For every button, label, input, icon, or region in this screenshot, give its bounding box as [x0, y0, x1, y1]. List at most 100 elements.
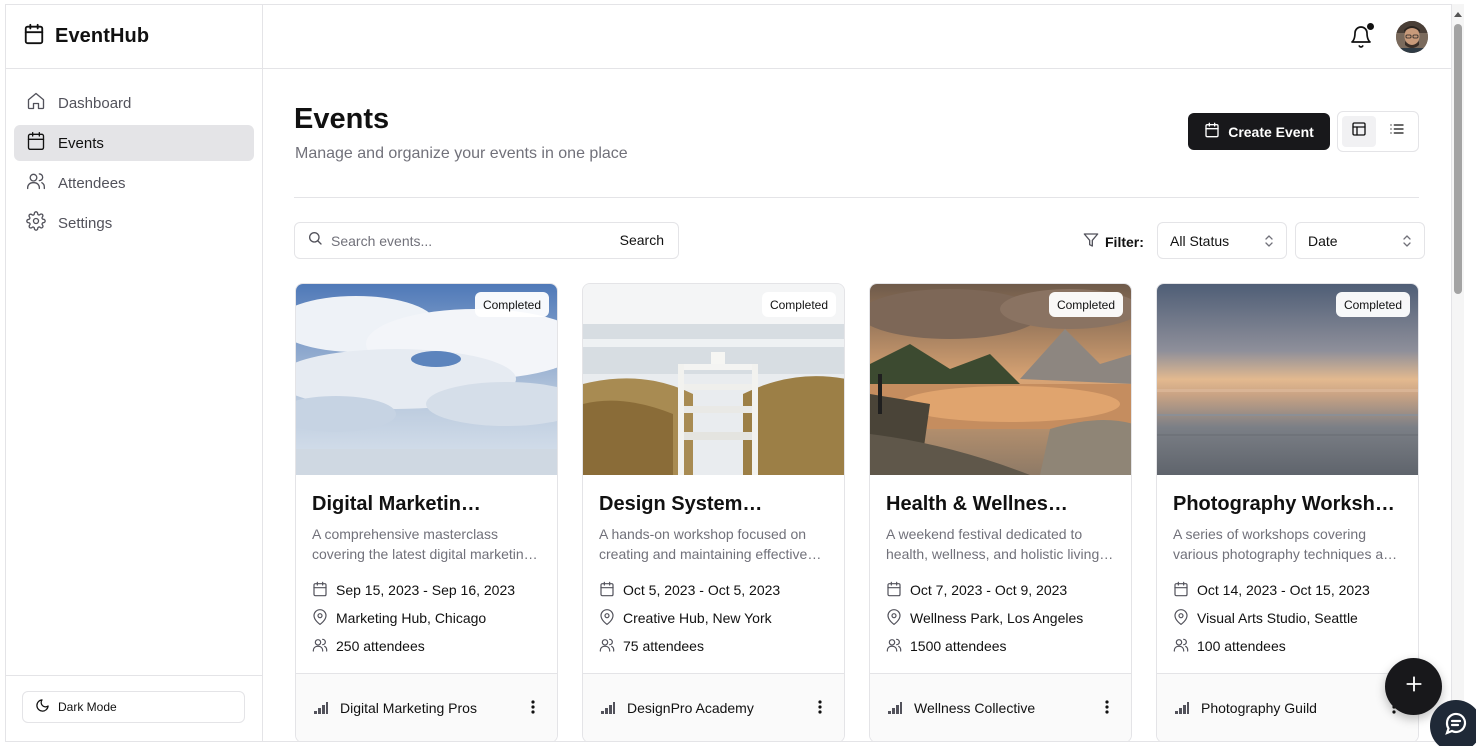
map-pin-icon — [312, 608, 328, 628]
search-icon — [307, 230, 323, 251]
event-card[interactable]: Completed Digital Marketing Masterclass … — [295, 283, 558, 741]
sort-select[interactable]: Date — [1295, 222, 1425, 259]
users-icon — [26, 171, 46, 195]
event-attendees: 1500 attendees — [886, 632, 1115, 660]
sidebar-item-events[interactable]: Events — [14, 125, 254, 161]
map-pin-icon — [1173, 608, 1189, 628]
sidebar-item-attendees[interactable]: Attendees — [14, 165, 254, 201]
brand[interactable]: EventHub — [6, 5, 262, 69]
event-location-text: Marketing Hub, Chicago — [336, 610, 487, 626]
calendar-icon — [26, 131, 46, 155]
app-name: EventHub — [55, 25, 150, 47]
event-attendees: 100 attendees — [1173, 632, 1402, 660]
event-location: Marketing Hub, Chicago — [312, 604, 541, 632]
page-scrollbar[interactable] — [1452, 4, 1464, 744]
plus-icon — [1404, 674, 1424, 699]
event-organizer: Digital Marketing Pros — [296, 673, 557, 741]
organizer-name: Photography Guild — [1201, 700, 1317, 716]
filter-icon — [1083, 232, 1099, 251]
more-options-icon[interactable] — [1105, 700, 1109, 717]
notification-dot — [1367, 23, 1374, 30]
moon-icon — [35, 698, 50, 716]
calendar-icon — [886, 581, 902, 600]
home-icon — [26, 91, 46, 115]
status-badge: Completed — [1335, 292, 1410, 317]
header-divider — [294, 197, 1419, 198]
calendar-icon — [23, 23, 45, 50]
add-button[interactable] — [1385, 658, 1442, 715]
layout-grid-icon — [1351, 121, 1367, 142]
event-location-text: Creative Hub, New York — [623, 610, 772, 626]
event-description: A series of workshops covering various p… — [1173, 526, 1399, 562]
status-badge: Completed — [1048, 292, 1123, 317]
event-card[interactable]: Completed Photography Workshop Series A … — [1156, 283, 1419, 741]
sidebar-nav: Dashboard Events Attendees Settings — [6, 69, 262, 261]
search-input[interactable] — [331, 232, 601, 249]
search-bar: Search — [294, 222, 679, 259]
event-location-text: Wellness Park, Los Angeles — [910, 610, 1084, 626]
event-dates: Sep 15, 2023 - Sep 16, 2023 — [312, 576, 541, 604]
status-badge: Completed — [474, 292, 549, 317]
event-dates-text: Sep 15, 2023 - Sep 16, 2023 — [336, 582, 516, 598]
search-button[interactable]: Search — [620, 232, 664, 248]
event-dates: Oct 14, 2023 - Oct 15, 2023 — [1173, 576, 1402, 604]
users-icon — [1173, 637, 1189, 656]
status-select-value: All Status — [1170, 232, 1230, 249]
list-view-button[interactable] — [1380, 116, 1414, 147]
scroll-thumb[interactable] — [1454, 24, 1462, 294]
event-title: Design Systems Workshop — [599, 493, 767, 515]
event-organizer: Photography Guild — [1157, 673, 1418, 741]
view-toggle — [1337, 111, 1419, 152]
event-attendees-text: 1500 attendees — [910, 638, 1007, 654]
event-location-text: Visual Arts Studio, Seattle — [1197, 610, 1358, 626]
event-location: Wellness Park, Los Angeles — [886, 604, 1115, 632]
event-dates: Oct 7, 2023 - Oct 9, 2023 — [886, 576, 1115, 604]
event-description: A hands-on workshop focused on creating … — [599, 526, 808, 562]
grid-view-button[interactable] — [1342, 116, 1376, 147]
users-icon — [312, 637, 328, 656]
event-attendees: 250 attendees — [312, 632, 541, 660]
notifications-button[interactable] — [1349, 23, 1375, 49]
organizer-logo-icon — [599, 698, 617, 719]
sidebar-item-settings[interactable]: Settings — [14, 205, 254, 241]
sort-select-value: Date — [1308, 232, 1338, 249]
event-organizer: DesignPro Academy — [583, 673, 844, 741]
event-dates-text: Oct 14, 2023 - Oct 15, 2023 — [1197, 582, 1370, 598]
chat-icon — [1443, 711, 1469, 742]
organizer-name: Digital Marketing Pros — [340, 700, 477, 716]
chevron-updown-icon — [1264, 234, 1274, 251]
event-image: Completed — [870, 284, 1131, 475]
gear-icon — [26, 211, 46, 235]
event-dates-text: Oct 7, 2023 - Oct 9, 2023 — [910, 582, 1068, 598]
event-card[interactable]: Completed Health & Wellness Festival A w… — [869, 283, 1132, 741]
event-image: Completed — [1157, 284, 1418, 475]
create-event-label: Create Event — [1228, 123, 1314, 140]
chevron-updown-icon — [1402, 234, 1412, 251]
organizer-logo-icon — [1173, 698, 1191, 719]
event-dates: Oct 5, 2023 - Oct 5, 2023 — [599, 576, 828, 604]
dark-mode-button[interactable]: Dark Mode — [22, 691, 245, 723]
scroll-up-arrow[interactable] — [1454, 12, 1462, 17]
map-pin-icon — [886, 608, 902, 628]
event-card[interactable]: Completed Design Systems Workshop A hand… — [582, 283, 845, 741]
more-options-icon[interactable] — [531, 700, 535, 717]
create-event-button[interactable]: Create Event — [1188, 113, 1330, 150]
event-location: Visual Arts Studio, Seattle — [1173, 604, 1402, 632]
app-frame: EventHub Dashboard Events Attendees Sett… — [5, 4, 1452, 742]
organizer-logo-icon — [886, 698, 904, 719]
event-title: Health & Wellness Festival — [886, 493, 1076, 515]
status-select[interactable]: All Status — [1157, 222, 1287, 259]
event-description: A comprehensive masterclass covering the… — [312, 526, 532, 562]
sidebar: EventHub Dashboard Events Attendees Sett… — [6, 5, 263, 741]
event-image: Completed — [296, 284, 557, 475]
event-organizer: Wellness Collective — [870, 673, 1131, 741]
chat-button[interactable] — [1430, 700, 1476, 746]
calendar-plus-icon — [1204, 122, 1220, 141]
sidebar-footer: Dark Mode — [6, 675, 262, 741]
sidebar-item-label: Attendees — [58, 174, 126, 192]
more-options-icon[interactable] — [818, 700, 822, 717]
avatar[interactable] — [1396, 21, 1428, 53]
calendar-icon — [1173, 581, 1189, 600]
map-pin-icon — [599, 608, 615, 628]
sidebar-item-dashboard[interactable]: Dashboard — [14, 85, 254, 121]
